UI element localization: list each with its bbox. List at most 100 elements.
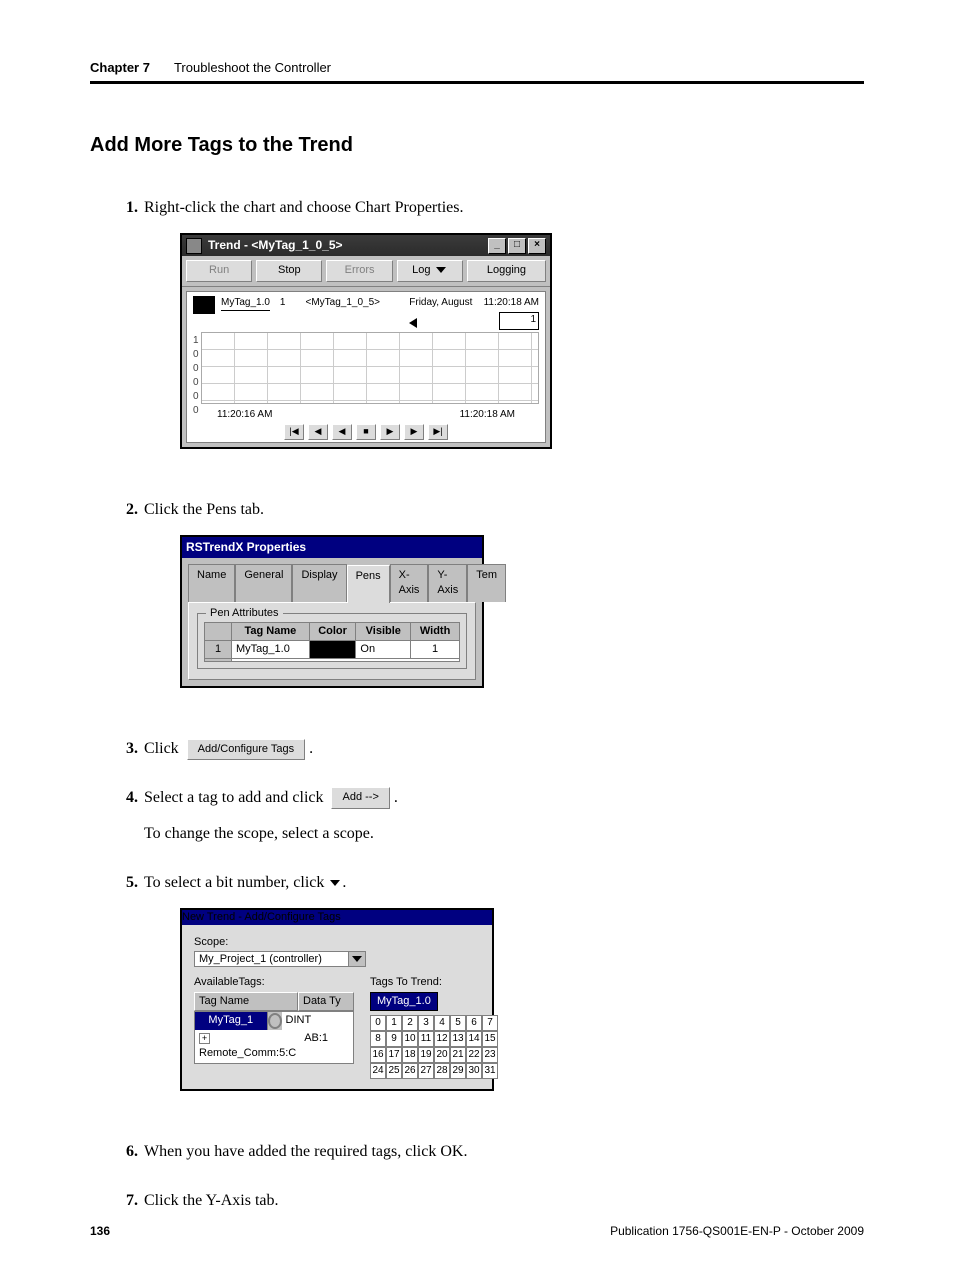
add-configure-tags-button[interactable]: Add/Configure Tags [187, 739, 305, 760]
trend-chart[interactable]: MyTag_1.0 1 <MyTag_1_0_5> Friday, August… [186, 291, 546, 443]
step-number: 1. [112, 197, 138, 219]
hdr-tagname[interactable]: Tag Name [194, 992, 298, 1011]
list-row[interactable]: MyTag_1 DINT [195, 1012, 353, 1029]
row-visible[interactable]: On [356, 640, 411, 658]
first-button[interactable]: |◀ [284, 424, 304, 440]
bit-cell[interactable]: 11 [418, 1031, 434, 1047]
bit-select-indicator [268, 1013, 282, 1029]
row-tag[interactable]: MyTag_1.0 [232, 640, 310, 658]
trend-titlebar: Trend - <MyTag_1_0_5> _ □ × [182, 235, 550, 256]
bit-cell[interactable]: 8 [370, 1031, 386, 1047]
properties-dialog: RSTrendX Properties Name General Display… [180, 535, 484, 688]
scope-input[interactable] [195, 952, 348, 966]
bit-cell[interactable]: 6 [466, 1015, 482, 1031]
logging-button[interactable]: Logging [467, 260, 546, 281]
tab-tem[interactable]: Tem [467, 564, 506, 602]
maximize-button[interactable]: □ [508, 238, 526, 254]
scope-dropdown-button[interactable] [348, 952, 365, 966]
properties-tabs: Name General Display Pens X-Axis Y-Axis … [182, 558, 482, 602]
chart-grid[interactable] [201, 332, 539, 404]
bit-cell[interactable]: 26 [402, 1063, 418, 1079]
forward-button[interactable]: ▶ [404, 424, 424, 440]
bit-cell[interactable]: 4 [434, 1015, 450, 1031]
row-dropdown-button[interactable] [267, 1012, 282, 1029]
bit-cell[interactable]: 3 [418, 1015, 434, 1031]
pen-attributes-group: Pen Attributes Tag Name Color Visible Wi… [197, 613, 467, 670]
list-row[interactable]: + Remote_Comm:5:C AB:1 [195, 1030, 353, 1063]
pause-button[interactable]: ■ [356, 424, 376, 440]
pen-icon [193, 296, 215, 314]
scope-combo[interactable] [194, 951, 366, 967]
bit-cell[interactable]: 29 [450, 1063, 466, 1079]
bit-cell[interactable]: 22 [466, 1047, 482, 1063]
available-list[interactable]: MyTag_1 DINT + [194, 1011, 354, 1063]
tab-yaxis[interactable]: Y-Axis [428, 564, 467, 602]
trend-toolbar: Run Stop Errors Log Logging [182, 256, 550, 286]
row-width[interactable]: 1 [411, 640, 460, 658]
hdr-datatype[interactable]: Data Ty [298, 992, 354, 1011]
tab-pens[interactable]: Pens [347, 565, 390, 603]
page-footer: 136 Publication 1756-QS001E-EN-P - Octob… [90, 1224, 864, 1238]
col-width[interactable]: Width [411, 622, 460, 640]
step-fwd-button[interactable]: ▶ [380, 424, 400, 440]
bit-cell[interactable]: 31 [482, 1063, 498, 1079]
chapter-label: Chapter 7 [90, 60, 150, 75]
bit-cell[interactable]: 21 [450, 1047, 466, 1063]
col-visible[interactable]: Visible [356, 622, 411, 640]
tab-xaxis[interactable]: X-Axis [390, 564, 429, 602]
bit-cell[interactable]: 28 [434, 1063, 450, 1079]
trend-label: Tags To Trend: [370, 975, 498, 990]
tab-name[interactable]: Name [188, 564, 235, 602]
bit-cell[interactable]: 25 [386, 1063, 402, 1079]
tab-general[interactable]: General [235, 564, 292, 602]
bit-cell[interactable]: 27 [418, 1063, 434, 1079]
minimize-button[interactable]: _ [488, 238, 506, 254]
bit-cell[interactable]: 19 [418, 1047, 434, 1063]
bit-number-grid[interactable]: 0 1 2 3 4 5 6 7 8 9 [370, 1015, 498, 1079]
expand-icon[interactable]: + [199, 1033, 210, 1044]
run-button[interactable]: Run [186, 260, 252, 281]
bit-cell[interactable]: 10 [402, 1031, 418, 1047]
stop-button[interactable]: Stop [256, 260, 322, 281]
bit-cell[interactable]: 1 [386, 1015, 402, 1031]
row-index: 1 [205, 640, 232, 658]
step-back-button[interactable]: ◀ [332, 424, 352, 440]
bit-cell[interactable]: 20 [434, 1047, 450, 1063]
x-time-left: 11:20:16 AM [217, 408, 272, 422]
bit-cell[interactable]: 23 [482, 1047, 498, 1063]
playback-controls: |◀ ◀ ◀ ■ ▶ ▶ ▶| [193, 424, 539, 440]
bit-cell[interactable]: 24 [370, 1063, 386, 1079]
bit-cell[interactable]: 18 [402, 1047, 418, 1063]
last-button[interactable]: ▶| [428, 424, 448, 440]
bit-cell[interactable]: 12 [434, 1031, 450, 1047]
bit-cell[interactable]: 30 [466, 1063, 482, 1079]
add-configure-title: New Trend - Add/Configure Tags [182, 911, 341, 923]
tab-display[interactable]: Display [292, 564, 346, 602]
step-number: 6. [112, 1141, 138, 1163]
bit-cell[interactable]: 17 [386, 1047, 402, 1063]
pen-row[interactable]: 1 MyTag_1.0 On 1 [205, 640, 460, 658]
app-icon [186, 238, 202, 254]
bit-cell[interactable]: 13 [450, 1031, 466, 1047]
bit-cell[interactable]: 15 [482, 1031, 498, 1047]
bit-cell[interactable]: 7 [482, 1015, 498, 1031]
bit-cell[interactable]: 9 [386, 1031, 402, 1047]
marker-icon [409, 318, 417, 328]
selected-trend-tag[interactable]: MyTag_1.0 [370, 992, 438, 1011]
bit-cell[interactable]: 14 [466, 1031, 482, 1047]
bit-cell[interactable]: 16 [370, 1047, 386, 1063]
step-number: 5. [112, 872, 138, 894]
add-button[interactable]: Add --> [331, 787, 389, 808]
col-tagname[interactable]: Tag Name [232, 622, 310, 640]
col-color[interactable]: Color [309, 622, 356, 640]
bit-cell[interactable]: 2 [402, 1015, 418, 1031]
row-color[interactable] [309, 640, 356, 658]
add-configure-dialog: New Trend - Add/Configure Tags Scope: [180, 908, 494, 1092]
close-button[interactable]: × [528, 238, 546, 254]
bit-cell[interactable]: 0 [370, 1015, 386, 1031]
bit-cell[interactable]: 5 [450, 1015, 466, 1031]
pen-table[interactable]: Tag Name Color Visible Width 1 MyTag_1.0 [204, 622, 460, 663]
log-dropdown[interactable]: Log [397, 260, 463, 281]
errors-button[interactable]: Errors [326, 260, 392, 281]
rewind-button[interactable]: ◀ [308, 424, 328, 440]
